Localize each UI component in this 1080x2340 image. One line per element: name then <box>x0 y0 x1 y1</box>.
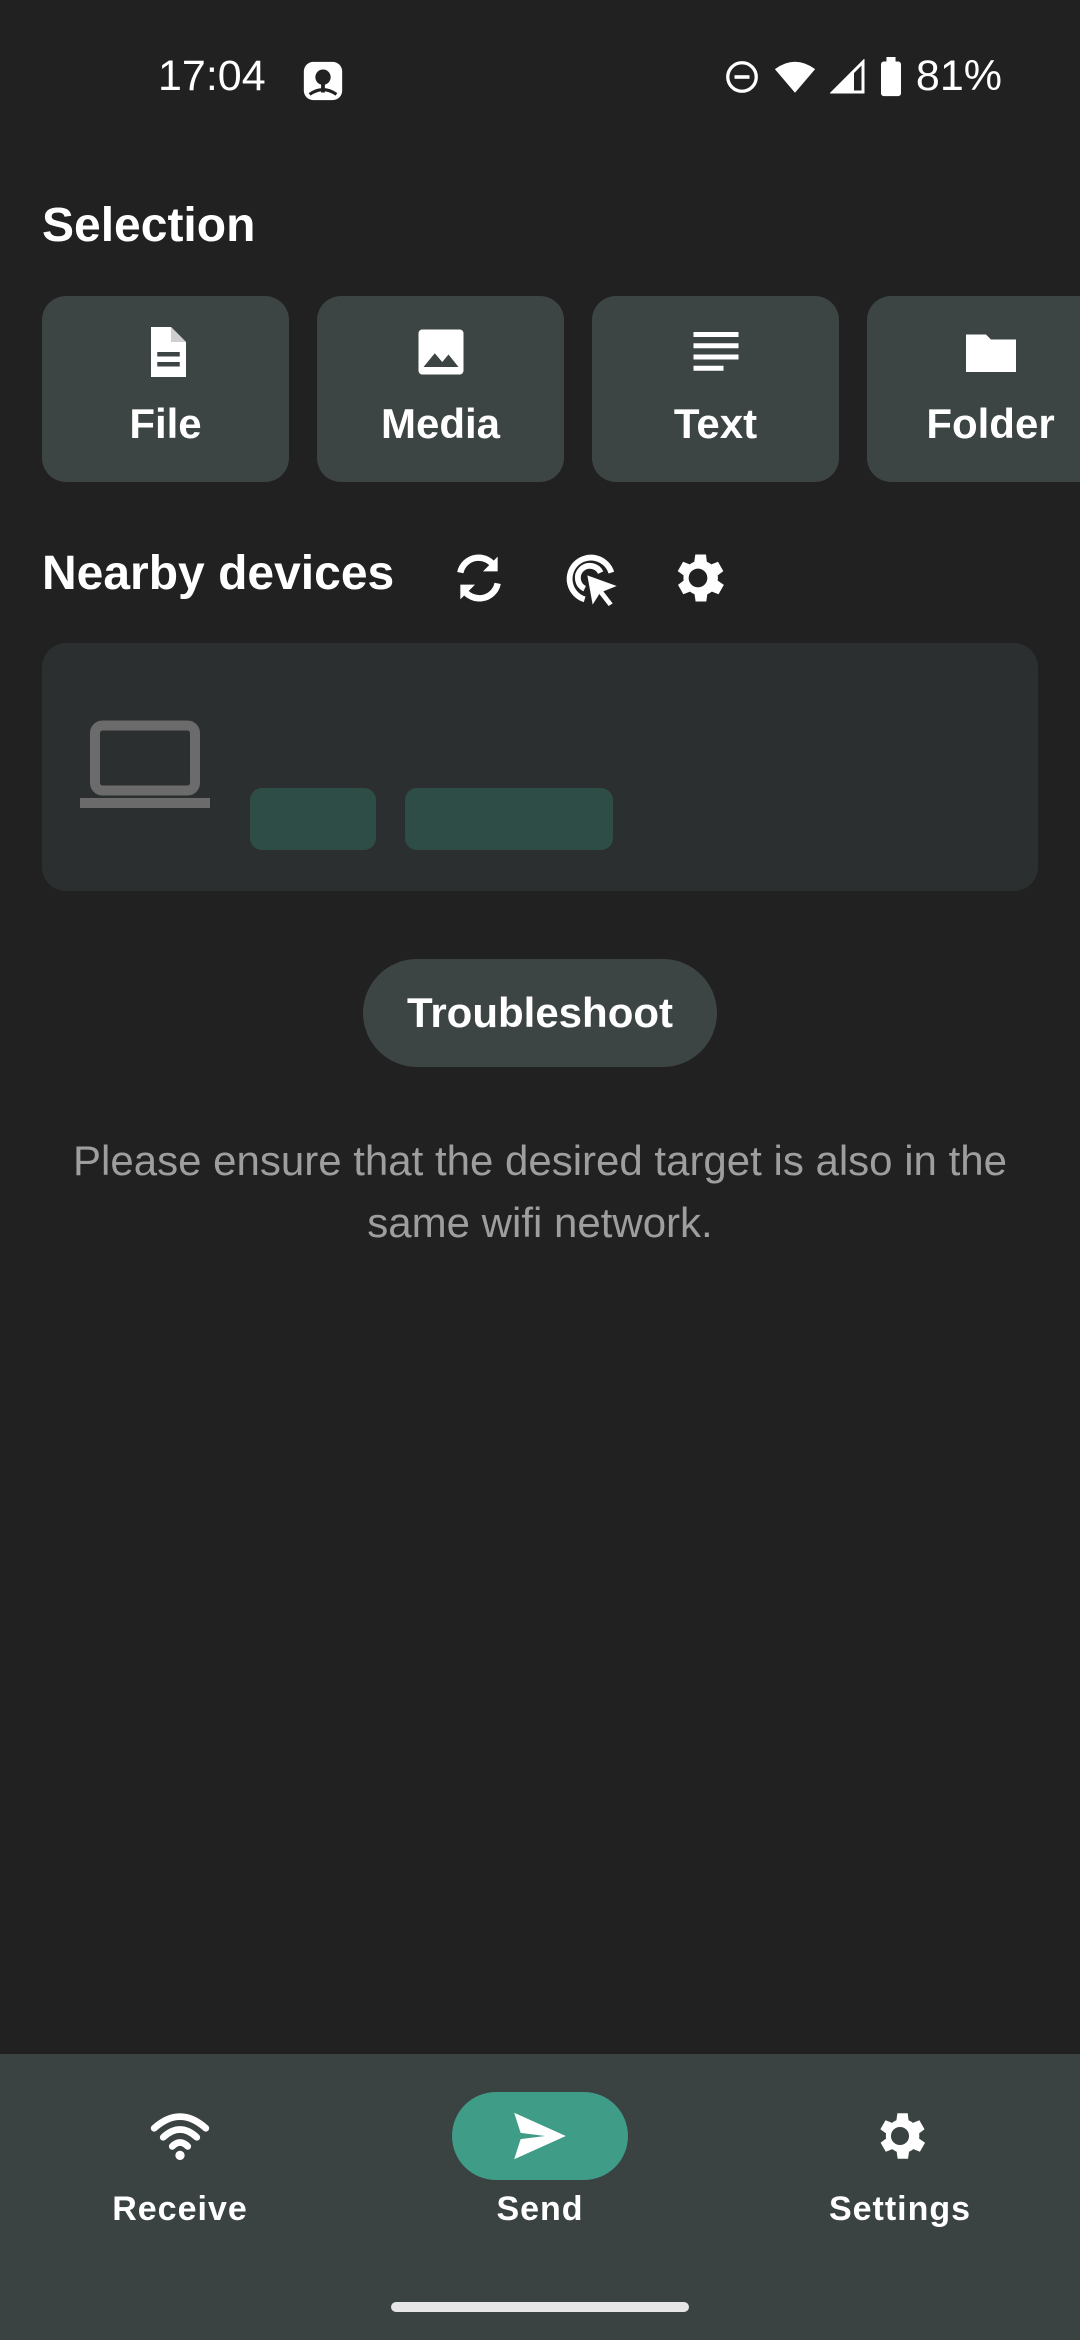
signal-icon <box>829 58 865 93</box>
status-time: 17:04 <box>158 52 266 100</box>
send-icon <box>514 2112 566 2160</box>
status-icons: 81% <box>724 52 1002 101</box>
dnd-icon <box>726 60 758 93</box>
select-folder-label: Folder <box>926 400 1055 447</box>
gear-icon <box>880 2113 926 2159</box>
text-lines-icon <box>693 332 738 371</box>
select-target-icon[interactable] <box>558 546 622 610</box>
select-text-button[interactable]: Text <box>592 296 839 482</box>
selection-title: Selection <box>42 199 256 252</box>
battery-percent: 81% <box>915 52 1002 100</box>
select-file-label: File <box>129 400 202 447</box>
select-text-label: Text <box>673 400 758 447</box>
home-indicator[interactable] <box>391 2302 689 2312</box>
file-icon <box>150 327 186 377</box>
nearby-devices-title: Nearby devices <box>42 547 395 600</box>
select-media-label: Media <box>380 400 501 447</box>
nav-send-label: Send <box>496 2190 584 2228</box>
wifi-icon <box>774 61 816 93</box>
photos-app-icon <box>303 61 343 101</box>
placeholder-chip <box>405 788 613 850</box>
nav-receive-label: Receive <box>112 2190 248 2228</box>
wifi-icon <box>150 2113 210 2161</box>
folder-icon <box>965 334 1016 372</box>
refresh-icon[interactable] <box>447 546 511 610</box>
nav-receive[interactable]: Receive <box>60 2092 300 2229</box>
battery-icon <box>880 56 901 96</box>
nav-receive-icon-wrap <box>92 2092 268 2180</box>
nav-send-icon-wrap <box>452 2092 628 2180</box>
network-hint-text: Please ensure that the desired target is… <box>73 1137 1007 1246</box>
selection-row: File Media Text Folder <box>42 296 1080 482</box>
nav-send[interactable]: Send <box>420 2092 660 2229</box>
nav-settings[interactable]: Settings <box>780 2092 1020 2229</box>
select-folder-button[interactable]: Folder <box>867 296 1080 482</box>
nav-settings-icon-wrap <box>812 2092 988 2180</box>
placeholder-chip <box>250 788 376 850</box>
select-file-button[interactable]: File <box>42 296 289 482</box>
image-icon <box>418 329 463 375</box>
nav-settings-label: Settings <box>828 2190 972 2228</box>
troubleshoot-button[interactable]: Troubleshoot <box>363 959 717 1067</box>
laptop-icon <box>80 720 210 808</box>
gear-icon[interactable] <box>666 546 730 610</box>
select-media-button[interactable]: Media <box>317 296 564 482</box>
